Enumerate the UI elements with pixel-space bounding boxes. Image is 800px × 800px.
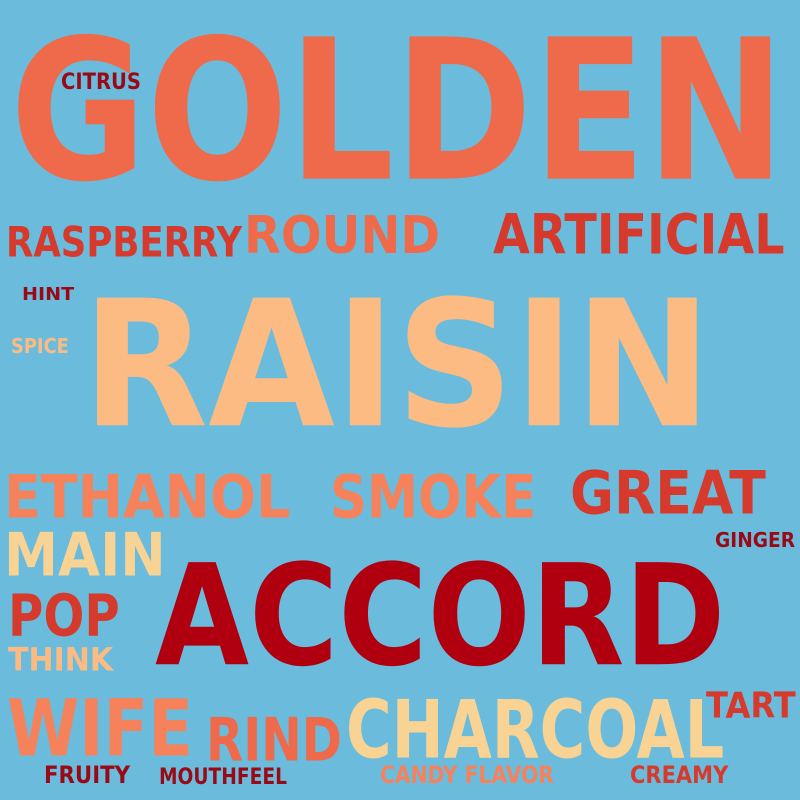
word-round: ROUND	[244, 206, 441, 266]
word-great: GREAT	[570, 457, 766, 529]
word-smoke: SMOKE	[330, 461, 537, 533]
word-ethanol: ETHANOL	[4, 461, 291, 533]
word-golden: GOLDEN	[10, 0, 786, 226]
word-hint: HINT	[22, 284, 75, 305]
word-raisin: RAISIN	[82, 263, 712, 468]
word-think: THINK	[8, 641, 114, 680]
word-artificial: ARTIFICIAL	[493, 203, 785, 268]
word-ginger: GINGER	[715, 528, 796, 552]
word-main: MAIN	[4, 519, 166, 591]
word-creamy: CREAMY	[630, 761, 729, 789]
word-rind: RIND	[206, 704, 342, 776]
word-mouthfeel: MOUTHFEEL	[159, 765, 287, 790]
word-pop: POP	[8, 582, 120, 651]
word-wife: WIFE	[7, 682, 193, 775]
word-accord: ACCORD	[155, 534, 726, 698]
word-tart: TART	[706, 684, 796, 728]
word-citrus: CITRUS	[61, 70, 141, 95]
word-spice: SPICE	[11, 334, 69, 358]
word-charcoal: CHARCOAL	[346, 682, 725, 777]
word-raspberry: RASPBERRY	[6, 218, 243, 268]
word-fruity: FRUITY	[44, 761, 131, 789]
word-cloud: GOLDEN CITRUS RASPBERRY ROUND ARTIFICIAL…	[0, 0, 800, 800]
word-candy-flavor: CANDY FLAVOR	[380, 761, 554, 789]
